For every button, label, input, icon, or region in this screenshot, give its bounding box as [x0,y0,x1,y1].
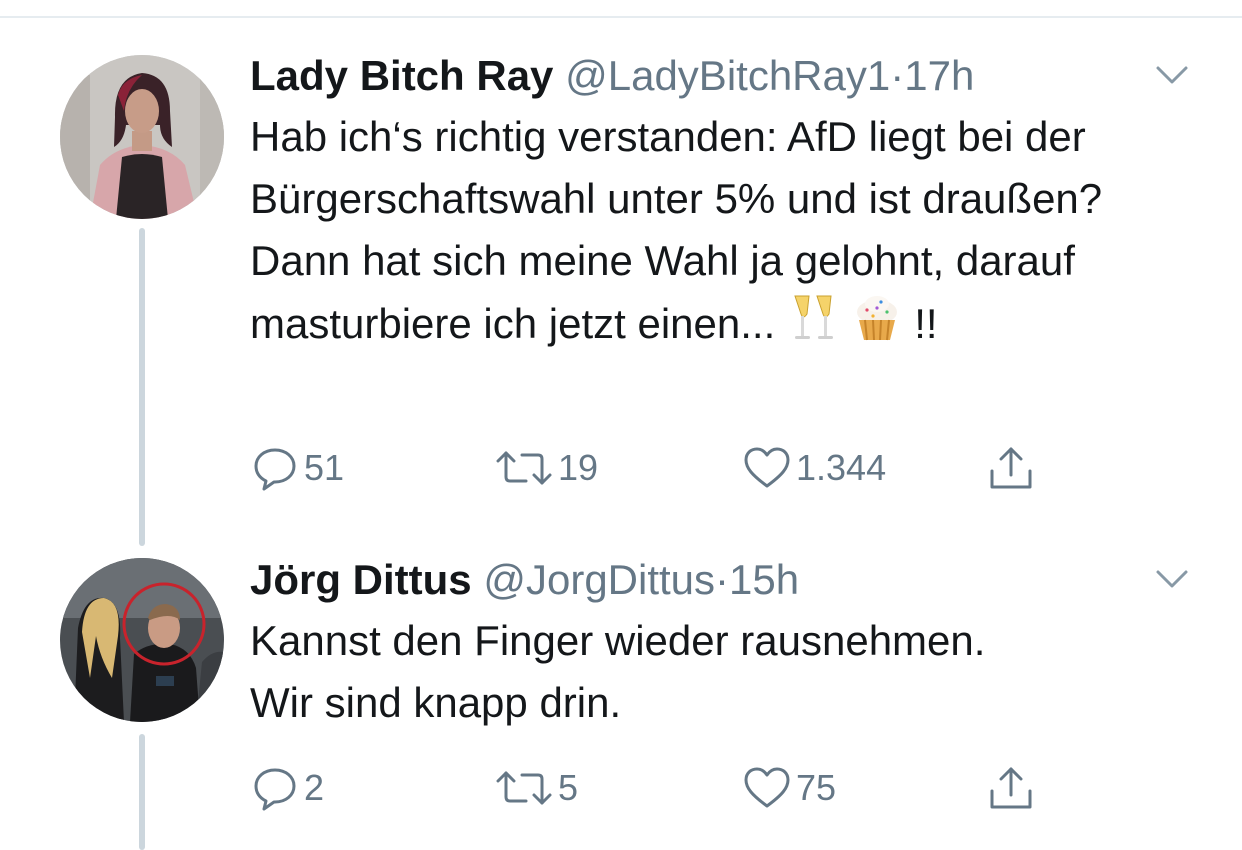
tweet-text-end: !! [914,300,938,347]
chevron-down-icon[interactable] [1152,564,1192,594]
tweet-text: Kannst den Finger wieder rausnehmen. Wir… [250,617,986,726]
reply-button[interactable]: 51 [250,438,344,498]
divider [0,16,1242,18]
tweet-header: Lady Bitch Ray @LadyBitchRay1·17h [250,50,1210,102]
retweet-count: 19 [558,447,599,488]
avatar-lady-bitch-ray[interactable] [60,55,224,219]
share-icon [990,447,1032,489]
avatar-jorg-dittus[interactable] [60,558,224,722]
retweet-count: 5 [558,767,579,808]
heart-icon [744,447,790,488]
reply-count: 51 [304,447,345,488]
retweet-button[interactable]: 5 [494,758,578,818]
timestamp[interactable]: 15h [729,556,799,603]
share-button[interactable] [986,758,1036,818]
tweet-actions: 2 5 75 [250,758,1050,818]
timestamp[interactable]: 17h [904,52,974,99]
avatar-photo [60,558,224,722]
tweet-1[interactable]: Lady Bitch Ray @LadyBitchRay1·17h Hab ic… [250,50,1210,361]
reply-count: 2 [304,767,325,808]
retweet-icon [496,771,552,805]
reply-bubble-icon [254,448,296,491]
tweet-text: Hab ich‘s richtig verstanden: AfD liegt … [250,106,1210,361]
tweet-header: Jörg Dittus @JorgDittus·15h [250,554,1210,606]
author-name[interactable]: Lady Bitch Ray [250,52,553,99]
like-count: 75 [796,767,837,808]
thread-connector [139,228,145,546]
share-button[interactable] [986,438,1036,498]
author-name[interactable]: Jörg Dittus [250,556,472,603]
retweet-icon [496,451,552,485]
cupcake-icon [851,292,903,361]
tweet-actions: 51 19 1.344 [250,438,1050,498]
reply-bubble-icon [254,768,296,811]
share-icon [990,767,1032,809]
heart-icon [744,767,790,808]
chevron-down-icon[interactable] [1152,60,1192,90]
avatar-photo [60,55,224,219]
author-handle[interactable]: @JorgDittus [483,556,715,603]
reply-button[interactable]: 2 [250,758,324,818]
author-handle[interactable]: @LadyBitchRay1 [565,52,890,99]
champagne-glasses-icon [787,292,839,361]
thread-connector [139,734,145,850]
separator-dot: · [715,556,730,603]
like-button[interactable]: 1.344 [742,438,886,498]
tweet-text-main: Hab ich‘s richtig verstanden: AfD liegt … [250,113,1103,347]
separator-dot: · [890,52,905,99]
like-count: 1.344 [796,447,887,488]
tweet-2[interactable]: Jörg Dittus @JorgDittus·15h Kannst den F… [250,554,1210,734]
like-button[interactable]: 75 [742,758,836,818]
tweet-thread: Lady Bitch Ray @LadyBitchRay1·17h Hab ic… [0,0,1242,850]
retweet-button[interactable]: 19 [494,438,598,498]
